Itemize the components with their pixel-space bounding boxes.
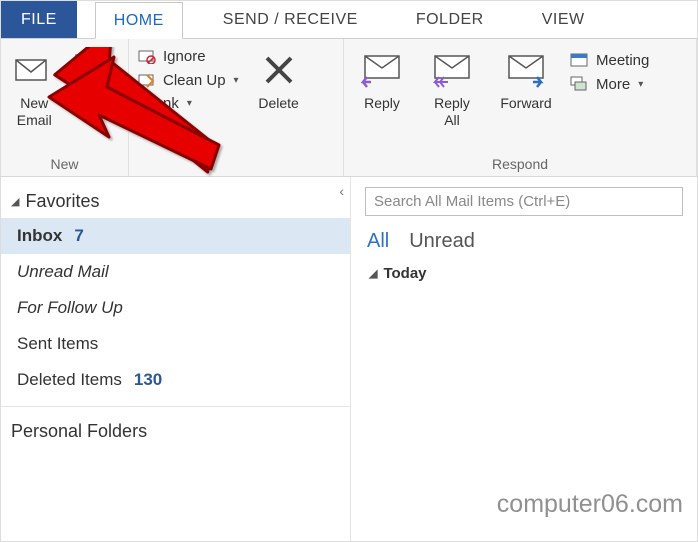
chevron-down-icon: ▾ xyxy=(638,79,643,90)
clean-up-button[interactable]: Clean Up ▾ xyxy=(137,71,239,89)
collapse-icon: ◢ xyxy=(369,267,377,280)
divider xyxy=(1,406,350,407)
tab-home[interactable]: HOME xyxy=(95,2,183,39)
favorites-header[interactable]: ◢ Favorites xyxy=(1,185,350,218)
meeting-icon xyxy=(570,51,590,69)
today-label: Today xyxy=(383,265,426,282)
new-items-icon xyxy=(74,49,116,91)
folder-inbox[interactable]: Inbox 7 xyxy=(1,218,350,254)
tab-view[interactable]: VIEW xyxy=(524,1,603,38)
group-label-new: New xyxy=(9,154,120,176)
reply-button[interactable]: Reply xyxy=(352,45,412,112)
forward-button[interactable]: Forward xyxy=(492,45,560,112)
reply-all-icon xyxy=(431,49,473,91)
more-label: More xyxy=(596,76,630,93)
reply-all-label: Reply All xyxy=(434,95,470,129)
folder-deleted-items[interactable]: Deleted Items 130 xyxy=(1,362,350,398)
delete-label: Delete xyxy=(258,95,298,112)
forward-icon xyxy=(505,49,547,91)
collapse-icon: ◢ xyxy=(11,195,19,208)
junk-label: nk xyxy=(163,95,179,112)
tab-send-receive[interactable]: SEND / RECEIVE xyxy=(205,1,376,38)
personal-folders-label: Personal Folders xyxy=(11,421,147,442)
ignore-icon xyxy=(137,47,157,65)
reply-label: Reply xyxy=(364,95,400,112)
search-placeholder: Search All Mail Items (Ctrl+E) xyxy=(374,193,570,210)
search-input[interactable]: Search All Mail Items (Ctrl+E) xyxy=(365,187,683,216)
delete-button[interactable]: Delete xyxy=(249,45,309,112)
ignore-button[interactable]: Ignore xyxy=(137,47,239,65)
folder-label: Sent Items xyxy=(17,334,98,354)
filter-unread[interactable]: Unread xyxy=(409,230,475,253)
group-label-delete xyxy=(137,170,335,176)
clean-up-label: Clean Up xyxy=(163,72,226,89)
filter-all[interactable]: All xyxy=(367,230,389,253)
meeting-label: Meeting xyxy=(596,52,649,69)
folder-count: 7 xyxy=(74,226,83,246)
folder-sent-items[interactable]: Sent Items xyxy=(1,326,350,362)
personal-folders-header[interactable]: Personal Folders xyxy=(1,415,350,448)
group-today[interactable]: ◢ Today xyxy=(365,265,683,282)
clean-up-icon xyxy=(137,71,157,89)
junk-button[interactable]: nk ▾ xyxy=(137,95,239,112)
delete-icon xyxy=(258,49,300,91)
meeting-button[interactable]: Meeting xyxy=(570,51,649,69)
folder-follow-up[interactable]: For Follow Up xyxy=(1,290,350,326)
new-email-button[interactable]: New Email xyxy=(9,45,60,129)
folder-label: Inbox xyxy=(17,226,62,246)
tab-file[interactable]: FILE xyxy=(1,1,77,38)
more-button[interactable]: More ▾ xyxy=(570,75,649,93)
chevron-down-icon: ▾ xyxy=(234,75,239,86)
new-items-button[interactable]: Ite xyxy=(70,45,121,112)
folder-label: For Follow Up xyxy=(17,298,123,318)
folder-count: 130 xyxy=(134,370,162,390)
favorites-label: Favorites xyxy=(25,191,99,212)
folder-unread-mail[interactable]: Unread Mail xyxy=(1,254,350,290)
reply-icon xyxy=(361,49,403,91)
collapse-sidebar-button[interactable]: ‹ xyxy=(339,183,344,199)
folder-label: Unread Mail xyxy=(17,262,109,282)
ignore-label: Ignore xyxy=(163,48,206,65)
group-label-respond: Respond xyxy=(352,154,688,176)
folder-label: Deleted Items xyxy=(17,370,122,390)
new-email-label: New Email xyxy=(17,95,52,129)
new-items-label: Ite xyxy=(87,95,103,112)
reply-all-button[interactable]: Reply All xyxy=(422,45,482,129)
chevron-down-icon: ▾ xyxy=(187,98,192,109)
forward-label: Forward xyxy=(500,95,551,112)
new-email-icon xyxy=(13,49,55,91)
more-icon xyxy=(570,75,590,93)
tab-folder[interactable]: FOLDER xyxy=(398,1,502,38)
